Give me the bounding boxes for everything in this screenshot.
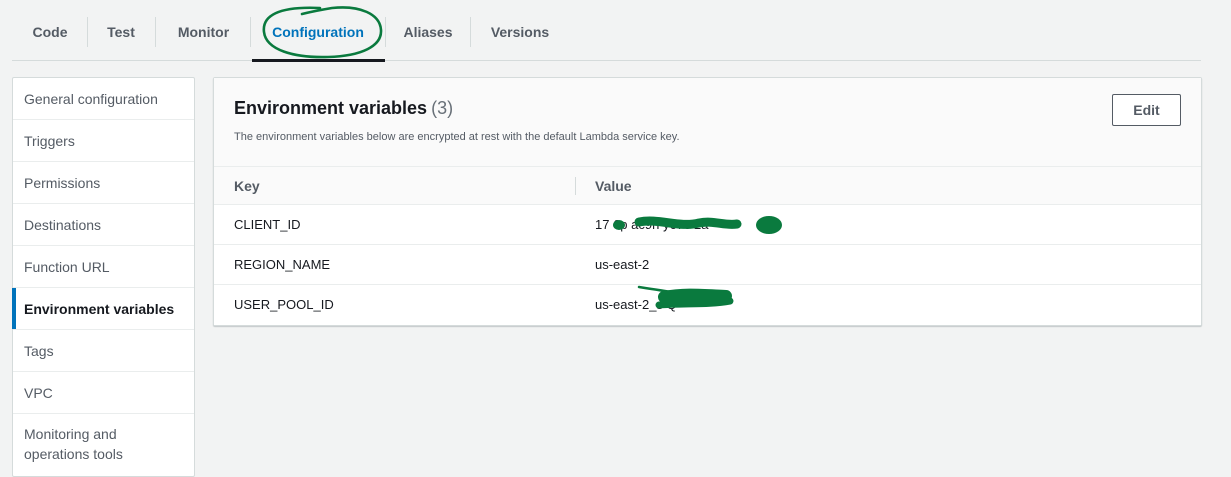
tab-aliases[interactable]: Aliases: [397, 17, 459, 47]
tab-versions[interactable]: Versions: [482, 17, 558, 47]
tab-bar: Code Test Monitor Configuration Aliases …: [12, 0, 1201, 62]
column-divider: [575, 177, 576, 195]
environment-variables-panel: Environment variables (3) The environment…: [213, 77, 1202, 326]
tab-configuration[interactable]: Configuration: [262, 17, 374, 47]
tab-separator: [470, 17, 471, 47]
variable-count: (3): [431, 98, 454, 118]
tab-separator: [250, 17, 251, 47]
edit-button[interactable]: Edit: [1112, 94, 1181, 126]
tab-separator: [385, 17, 386, 47]
tab-separator: [155, 17, 156, 47]
active-tab-indicator: [252, 59, 385, 62]
env-value: us-east-2: [595, 257, 650, 272]
panel-header: Environment variables (3) The environment…: [214, 78, 1201, 167]
sidebar-item-destinations[interactable]: Destinations: [13, 204, 194, 246]
env-key: CLIENT_ID: [234, 217, 301, 232]
column-header-value: Value: [595, 178, 632, 194]
tab-separator: [87, 17, 88, 47]
tab-test[interactable]: Test: [97, 17, 145, 47]
env-key: USER_POOL_ID: [234, 297, 334, 312]
panel-description: The environment variables below are encr…: [234, 131, 680, 143]
sidebar-item-vpc[interactable]: VPC: [13, 372, 194, 414]
column-header-key: Key: [234, 178, 260, 194]
tab-monitor[interactable]: Monitor: [167, 17, 240, 47]
config-sidebar: General configuration Triggers Permissio…: [12, 77, 195, 477]
env-value: us-east-2_s Q: [595, 297, 677, 312]
panel-title: Environment variables (3): [234, 98, 453, 119]
tab-code[interactable]: Code: [22, 17, 78, 47]
sidebar-item-monitoring-and-operations-tools[interactable]: Monitoring and operations tools: [13, 414, 153, 474]
sidebar-item-general-configuration[interactable]: General configuration: [13, 78, 194, 120]
sidebar-item-function-url[interactable]: Function URL: [13, 246, 194, 288]
table-row: CLIENT_ID 17 6p ac9n y67c 2a: [214, 205, 1201, 245]
table-row: USER_POOL_ID us-east-2_s Q: [214, 285, 1201, 325]
panel-title-text: Environment variables: [234, 98, 428, 118]
table-row: REGION_NAME us-east-2: [214, 245, 1201, 285]
sidebar-item-environment-variables[interactable]: Environment variables: [12, 288, 194, 330]
env-value: 17 6p ac9n y67c 2a: [595, 217, 709, 232]
sidebar-item-permissions[interactable]: Permissions: [13, 162, 194, 204]
sidebar-item-tags[interactable]: Tags: [13, 330, 194, 372]
table-header: Key Value: [214, 167, 1201, 205]
env-key: REGION_NAME: [234, 257, 331, 272]
sidebar-item-triggers[interactable]: Triggers: [13, 120, 194, 162]
